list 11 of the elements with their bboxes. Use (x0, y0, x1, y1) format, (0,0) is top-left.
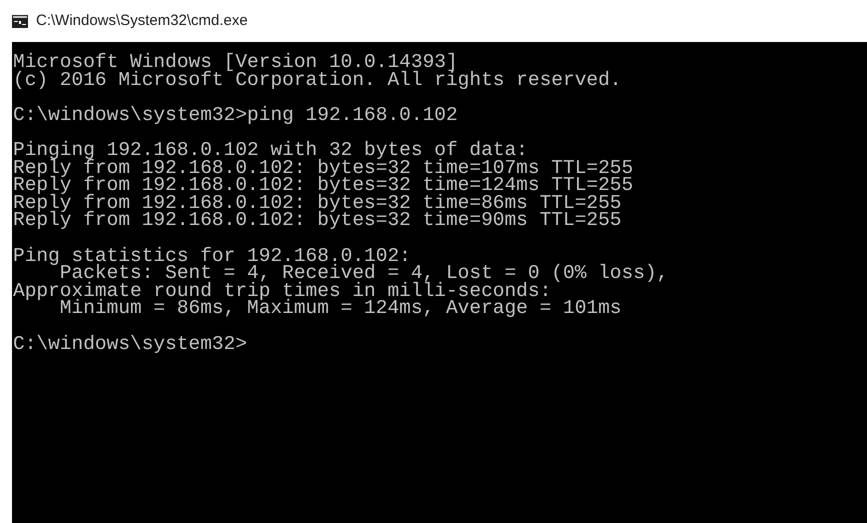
console-line: Reply from 192.168.0.102: bytes=32 time=90ms TTL=255 (13, 212, 622, 230)
console-line: Packets: Sent = 4, Received = 4, Lost = 0 (0% loss), (60, 265, 668, 283)
console-line: (c) 2016 Microsoft Corporation. All rights reserved. (13, 72, 622, 90)
console-line: C:\windows\system32>ping 192.168.0.102 (13, 106, 458, 124)
console-app-icon (12, 14, 28, 28)
console-line: Reply from 192.168.0.102: bytes=32 time=124ms TTL=255 (13, 177, 634, 195)
console-line: Minimum = 86ms, Maximum = 124ms, Average = 101ms (60, 300, 622, 318)
console-line: Pinging 192.168.0.102 with 32 bytes of data: (13, 142, 528, 160)
console-line: C:\windows\system32> (13, 336, 248, 354)
window-title: C:\Windows\System32\cmd.exe (36, 10, 248, 31)
console-line: Microsoft Windows [Version 10.0.14393] (13, 54, 458, 72)
